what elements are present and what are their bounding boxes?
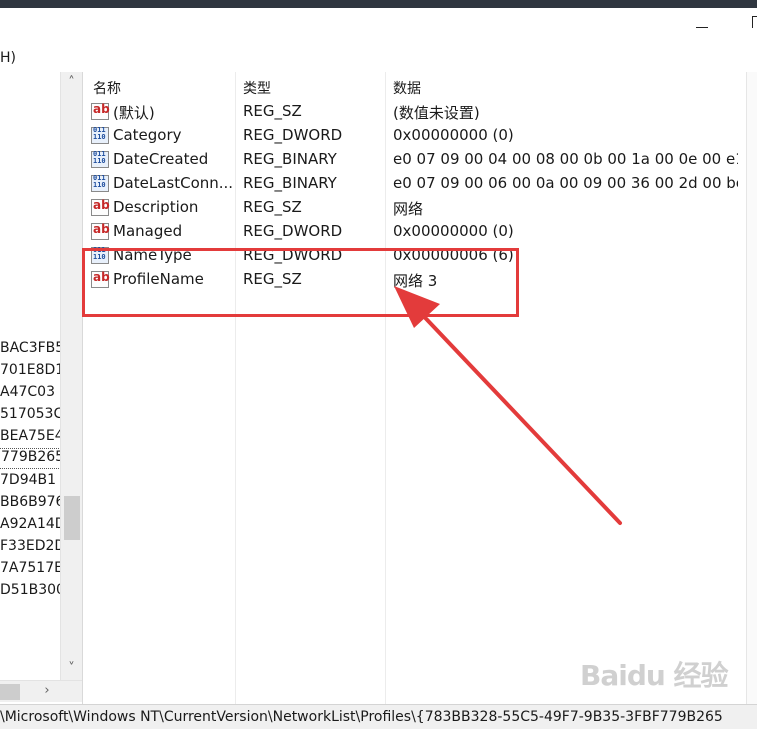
string-value-icon — [91, 222, 110, 240]
list-item[interactable]: (默认) REG_SZ (数值未设置) — [86, 100, 746, 124]
tree-item[interactable]: 701E8D1 — [0, 362, 64, 383]
value-name: Category — [113, 126, 182, 144]
binary-value-icon — [91, 127, 109, 144]
scrollbar-thumb[interactable] — [0, 684, 20, 700]
value-name: (默认) — [113, 104, 155, 122]
tree-item[interactable]: D51B300 — [0, 582, 65, 603]
tree-item[interactable]: BEA75E4 — [0, 428, 64, 449]
tree-vertical-scrollbar[interactable]: ˄ ˅ — [60, 72, 82, 680]
tree-item[interactable]: F33ED2D — [0, 538, 65, 559]
binary-value-icon — [91, 151, 109, 168]
tree-item[interactable]: 517053C — [0, 406, 63, 427]
list-header: 名称 类型 数据 — [86, 72, 746, 100]
value-name: Description — [113, 198, 199, 216]
tree-item[interactable]: BB6B976 — [0, 494, 64, 515]
tree-item[interactable]: BAC3FB5 — [0, 340, 64, 361]
list-item[interactable]: Description REG_SZ 网络 — [86, 196, 746, 220]
value-name: DateLastConn... — [113, 174, 234, 192]
menu-item-help[interactable]: H) — [0, 50, 16, 66]
value-type: REG_DWORD — [243, 126, 343, 144]
value-name: DateCreated — [113, 150, 209, 168]
tree-item[interactable]: 7D94B1 — [0, 472, 56, 493]
list-item[interactable]: DateLastConn... REG_BINARY e0 07 09 00 0… — [86, 172, 746, 196]
maximize-button[interactable] — [752, 16, 757, 28]
tree-horizontal-scrollbar[interactable]: › — [0, 680, 82, 702]
column-header-data[interactable]: 数据 — [393, 78, 421, 98]
value-name: Managed — [113, 222, 183, 240]
value-type: REG_DWORD — [243, 222, 343, 240]
column-header-name[interactable]: 名称 — [93, 78, 121, 98]
value-type: REG_BINARY — [243, 150, 337, 168]
list-item[interactable]: DateCreated REG_BINARY e0 07 09 00 04 00… — [86, 148, 746, 172]
menu-bar: H) — [0, 46, 757, 72]
scroll-up-icon[interactable]: ˄ — [61, 74, 82, 92]
string-value-icon — [91, 198, 110, 216]
tree-item[interactable]: 7A7517E — [0, 560, 63, 581]
value-data: e0 07 09 00 04 00 08 00 0b 00 1a 00 0e 0… — [393, 150, 738, 168]
registry-path: \Microsoft\Windows NT\CurrentVersion\Net… — [0, 709, 723, 725]
string-value-icon — [91, 102, 110, 120]
scrollbar-thumb[interactable] — [64, 496, 80, 540]
scroll-down-icon[interactable]: ˅ — [61, 660, 82, 678]
title-bar — [0, 8, 757, 46]
value-data: 0x00000000 (0) — [393, 222, 514, 240]
tree-item[interactable]: A92A14D — [0, 516, 66, 537]
value-type: REG_SZ — [243, 102, 302, 120]
value-type: REG_BINARY — [243, 174, 337, 192]
scroll-right-icon[interactable]: › — [38, 682, 56, 700]
value-data: e0 07 09 00 06 00 0a 00 09 00 36 00 2d 0… — [393, 174, 738, 192]
column-header-type[interactable]: 类型 — [243, 78, 271, 98]
list-vertical-scrollbar[interactable] — [746, 72, 757, 704]
list-item[interactable]: Category REG_DWORD 0x00000000 (0) — [86, 124, 746, 148]
value-data: 网络 — [393, 200, 424, 218]
value-data: (数值未设置) — [393, 104, 480, 122]
watermark-text: Baidu 经验 — [580, 659, 729, 692]
value-data: 0x00000000 (0) — [393, 126, 514, 144]
status-bar: \Microsoft\Windows NT\CurrentVersion\Net… — [0, 704, 757, 729]
minimize-button[interactable] — [686, 8, 720, 36]
annotation-arrow-icon — [394, 286, 622, 525]
tree-item[interactable]: A47C03 — [0, 384, 55, 405]
value-type: REG_SZ — [243, 198, 302, 216]
list-item[interactable]: Managed REG_DWORD 0x00000000 (0) — [86, 220, 746, 244]
binary-value-icon — [91, 175, 109, 192]
baidu-watermark: Baidu 经验 — [580, 652, 730, 702]
desktop-background-strip — [0, 0, 757, 8]
